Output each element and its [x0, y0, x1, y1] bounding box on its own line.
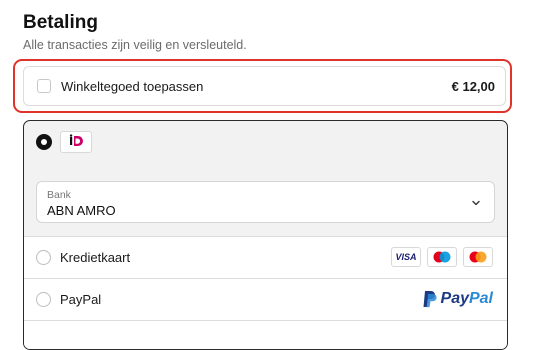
ideal-option[interactable]: [24, 121, 507, 171]
paypal-option[interactable]: PayPal PayPal: [24, 278, 507, 320]
creditcard-label: Kredietkaart: [60, 250, 131, 265]
store-credit-option[interactable]: Winkeltegoed toepassen € 12,00: [23, 66, 506, 106]
paypal-radio[interactable]: [36, 292, 51, 307]
store-credit-checkbox[interactable]: [37, 79, 51, 93]
store-credit-amount: € 12,00: [451, 79, 495, 94]
creditcard-option[interactable]: Kredietkaart VISA: [24, 236, 507, 278]
paypal-label: PayPal: [60, 292, 102, 307]
paypal-logo-pay: Pay: [440, 290, 469, 307]
bank-select[interactable]: Bank ABN AMRO: [36, 181, 495, 223]
chevron-down-icon: [470, 196, 482, 214]
payment-subtitle: Alle transacties zijn veilig en versleut…: [23, 38, 247, 52]
payment-title: Betaling: [23, 12, 98, 33]
paypal-logo-pal: Pal: [468, 290, 493, 307]
payment-methods-panel: Bank ABN AMRO Kredietkaart VISA PayPal P…: [23, 120, 508, 350]
store-credit-label: Winkeltegoed toepassen: [61, 79, 204, 94]
ideal-radio-selected[interactable]: [36, 134, 52, 150]
bank-select-label: Bank: [47, 189, 71, 201]
mastercard-icon: [463, 247, 493, 267]
ideal-logo-icon: [60, 131, 92, 153]
creditcard-radio[interactable]: [36, 250, 51, 265]
next-payment-option[interactable]: [24, 320, 507, 349]
maestro-icon: [427, 247, 457, 267]
bank-select-value: ABN AMRO: [47, 203, 116, 218]
visa-icon: VISA: [391, 247, 421, 267]
paypal-logo-icon: PayPal: [423, 288, 493, 310]
